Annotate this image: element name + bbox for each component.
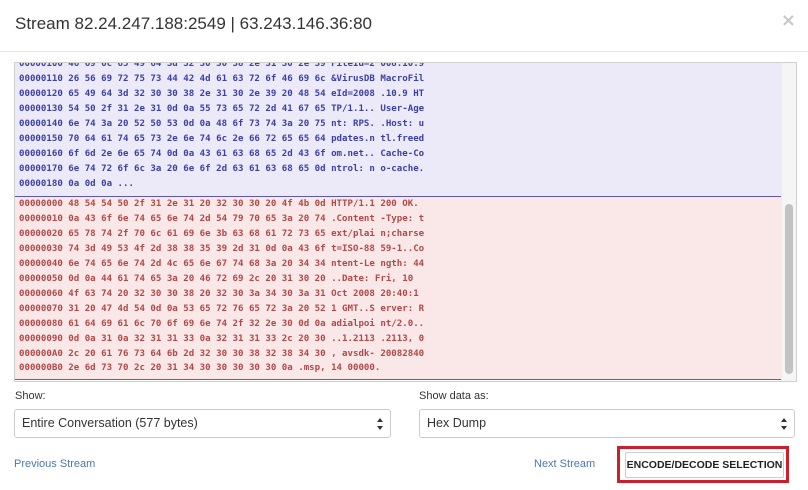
server-hex-line: 00000060 4f 63 74 20 32 30 30 38 20 32 3…	[19, 288, 419, 299]
stream-content: 00000100 46 69 6c 65 49 64 3d 32 30 30 3…	[15, 63, 782, 381]
server-hex-line: 00000020 65 78 74 2f 70 6c 61 69 6e 3b 6…	[19, 228, 425, 239]
client-hex-line: 00000180 0a 0d 0a ...	[19, 178, 134, 189]
select-arrows-icon	[377, 418, 383, 430]
show-select[interactable]: Entire Conversation (577 bytes)	[14, 409, 391, 438]
next-stream-link[interactable]: Next Stream	[534, 458, 595, 470]
server-hex-line: 00000070 31 20 47 4d 54 0d 0a 53 65 72 7…	[19, 303, 425, 314]
server-hex-line: 00000050 0d 0a 44 61 74 65 3a 20 46 72 6…	[19, 273, 414, 284]
server-hex-line: 00000030 74 3d 49 53 4f 2d 38 38 35 39 2…	[19, 243, 425, 254]
close-icon[interactable]: ×	[781, 10, 796, 31]
stream-viewer[interactable]: 00000100 46 69 6c 65 49 64 3d 32 30 30 3…	[14, 62, 797, 382]
server-hex-line: 00000000 48 54 54 50 2f 31 2e 31 20 32 3…	[19, 199, 419, 209]
show-data-as-label: Show data as:	[419, 390, 489, 402]
server-hex-line: 00000010 0a 43 6f 6e 74 65 6e 74 2d 54 7…	[19, 213, 425, 224]
show-label: Show:	[15, 390, 46, 402]
client-data-block[interactable]: 00000100 46 69 6c 65 49 64 3d 32 30 30 3…	[15, 63, 782, 197]
client-hex-line: 00000140 6e 74 3a 20 52 50 53 0d 0a 48 6…	[19, 118, 425, 129]
stream-modal: Stream 82.24.247.188:2549 | 63.243.146.3…	[0, 0, 808, 490]
client-hex-line: 00000110 26 56 69 72 75 73 44 42 4d 61 6…	[19, 73, 425, 84]
server-hex-line: 00000090 0d 0a 31 0a 32 31 31 33 0a 32 3…	[19, 333, 425, 344]
client-hex-line: 00000120 65 49 64 3d 32 30 30 38 2e 31 3…	[19, 88, 425, 99]
client-hex-line: 00000150 70 64 61 74 65 73 2e 6e 74 6c 2…	[19, 133, 425, 144]
modal-header: Stream 82.24.247.188:2549 | 63.243.146.3…	[0, 0, 808, 52]
server-hex-line: 00000080 61 64 69 61 6c 70 6f 69 6e 74 2…	[19, 318, 425, 329]
client-hex-line: 00000100 46 69 6c 65 49 64 3d 32 30 30 3…	[19, 63, 425, 69]
server-hex-line: 000000A0 2c 20 61 76 73 64 6b 2d 32 30 3…	[19, 348, 425, 359]
client-hex-line: 00000170 6e 74 72 6f 6c 3a 20 6e 6f 2d 6…	[19, 163, 425, 174]
show-select-value: Entire Conversation (577 bytes)	[22, 416, 198, 430]
previous-stream-link[interactable]: Previous Stream	[14, 458, 95, 470]
server-hex-line: 00000040 6e 74 65 6e 74 2d 4c 65 6e 67 7…	[19, 258, 425, 269]
server-hex-line: 000000B0 2e 6d 73 70 2c 20 31 34 30 30 3…	[19, 363, 381, 374]
modal-title: Stream 82.24.247.188:2549 | 63.243.146.3…	[15, 14, 372, 33]
server-data-block[interactable]: 00000000 48 54 54 50 2f 31 2e 31 20 32 3…	[15, 197, 782, 379]
server-separator	[15, 379, 782, 380]
client-hex-line: 00000160 6f 6d 2e 6e 65 74 0d 0a 43 61 6…	[19, 148, 425, 159]
show-data-as-select-value: Hex Dump	[427, 416, 487, 430]
select-arrows-icon	[781, 418, 787, 430]
encode-decode-selection-button[interactable]: ENCODE/DECODE SELECTION	[625, 452, 784, 478]
vertical-scrollbar[interactable]	[781, 63, 796, 381]
show-data-as-select[interactable]: Hex Dump	[419, 409, 795, 438]
scrollbar-thumb[interactable]	[785, 204, 793, 374]
client-hex-line: 00000130 54 50 2f 31 2e 31 0d 0a 55 73 6…	[19, 103, 425, 114]
